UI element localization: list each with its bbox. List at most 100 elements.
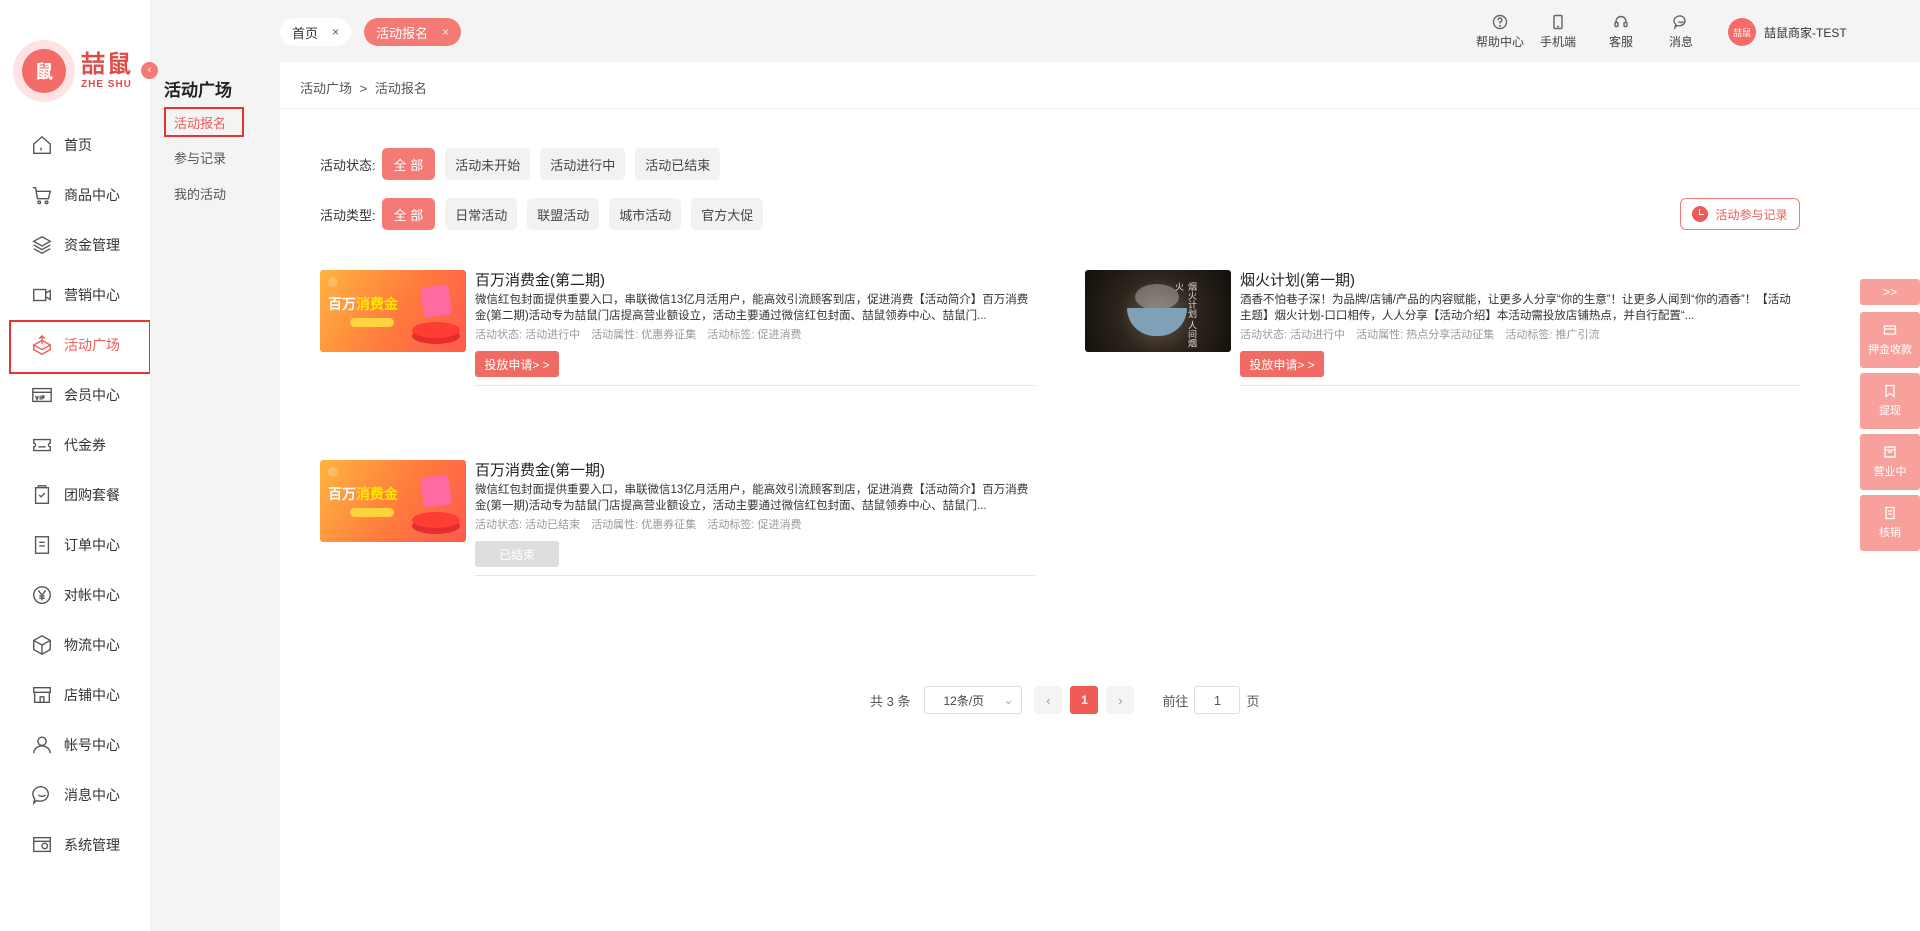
- collapse-sidebar-button[interactable]: ‹: [141, 62, 158, 79]
- sidebar-item-messages[interactable]: 消息中心: [0, 770, 150, 820]
- withdraw-label: 提现: [1879, 405, 1901, 417]
- status-option-not-started[interactable]: 活动未开始: [445, 148, 531, 180]
- sidebar-item-group-deals[interactable]: 团购套餐: [0, 470, 150, 520]
- sidebar-item-reconciliation[interactable]: 对帐中心: [0, 570, 150, 620]
- sidebar-item-home[interactable]: 首页: [0, 120, 150, 170]
- sidebar-item-stores[interactable]: 店铺中心: [0, 670, 150, 720]
- page-size-select[interactable]: 12条/页 ⌄: [924, 686, 1023, 714]
- page-number-current[interactable]: 1: [1070, 686, 1099, 714]
- activity-title[interactable]: 烟火计划(第一期): [1240, 269, 1355, 290]
- close-icon[interactable]: ×: [332, 25, 339, 39]
- divider: [1240, 385, 1800, 386]
- subnav-item-activity-signup[interactable]: 活动报名: [164, 107, 244, 137]
- sidebar-item-logistics[interactable]: 物流中心: [0, 620, 150, 670]
- decor-stage: [412, 322, 460, 338]
- withdraw-button[interactable]: 提现: [1860, 373, 1920, 429]
- gift-box-icon: [420, 474, 452, 508]
- cube-icon: [30, 633, 54, 657]
- settings-icon: [30, 833, 54, 857]
- sidebar-item-label: 订单中心: [64, 537, 120, 553]
- sidebar-item-system[interactable]: 系统管理: [0, 820, 150, 870]
- activity-card: 烟火计划 人间烟火 烟火计划(第一期) 酒香不怕巷子深！为品牌/店铺/产品的内容…: [1085, 261, 1800, 405]
- breadcrumb-parent[interactable]: 活动广场: [300, 81, 352, 96]
- activity-thumbnail[interactable]: 百万消费金: [320, 460, 466, 542]
- activity-card: 百万消费金 百万消费金(第二期) 微信红包封面提供重要入口，串联微信13亿月活用…: [320, 261, 1035, 405]
- sidebar-item-marketing[interactable]: 营销中心: [0, 270, 150, 320]
- deposit-collection-label: 押金收款: [1868, 344, 1912, 356]
- user-icon: [30, 733, 54, 757]
- tab-activity-signup[interactable]: 活动报名 ×: [364, 18, 462, 46]
- type-option-alliance[interactable]: 联盟活动: [527, 198, 600, 230]
- sidebar-item-label: 消息中心: [64, 787, 120, 803]
- sidebar-item-products[interactable]: 商品中心: [0, 170, 150, 220]
- subnav-item-participation-records[interactable]: 参与记录: [164, 144, 244, 174]
- sidebar-item-label: 营销中心: [64, 287, 120, 303]
- type-filter: 活动类型: 全 部 日常活动 联盟活动 城市活动 官方大促: [320, 198, 773, 230]
- decor-bubble: [328, 467, 338, 477]
- status-option-ended[interactable]: 活动已结束: [635, 148, 721, 180]
- activity-thumbnail[interactable]: 烟火计划 人间烟火: [1085, 270, 1231, 352]
- expand-float-button[interactable]: >>: [1860, 279, 1920, 305]
- sidebar-item-funds[interactable]: 资金管理: [0, 220, 150, 270]
- sidebar-item-label: 团购套餐: [64, 487, 120, 503]
- status-option-ongoing[interactable]: 活动进行中: [540, 148, 626, 180]
- prev-page-button[interactable]: ‹: [1034, 686, 1063, 714]
- sidebar-item-orders[interactable]: 订单中心: [0, 520, 150, 570]
- pagination: 共 3 条 12条/页 ⌄ ‹ 1 › 前往 1 页: [870, 686, 1260, 714]
- verify-button[interactable]: 核销: [1860, 495, 1920, 551]
- logo-mascot-icon: 鼠: [13, 40, 75, 102]
- sidebar-item-vouchers[interactable]: 代金券: [0, 420, 150, 470]
- close-icon[interactable]: ×: [442, 25, 449, 39]
- type-option-all[interactable]: 全 部: [381, 198, 436, 230]
- status-option-all[interactable]: 全 部: [381, 148, 436, 180]
- type-option-daily[interactable]: 日常活动: [445, 198, 518, 230]
- coupon-icon: [30, 433, 54, 457]
- gift-box-icon: [420, 284, 452, 318]
- type-filter-label: 活动类型:: [320, 207, 376, 223]
- customer-service-button[interactable]: 客服: [1609, 14, 1633, 50]
- chat-icon: [30, 783, 54, 807]
- sidebar-item-members[interactable]: 会员中心: [0, 370, 150, 420]
- ticket-icon: [1885, 506, 1895, 520]
- activity-attribute: 活动属性: 热点分享活动征集: [1356, 329, 1495, 341]
- apply-button[interactable]: 投放申请> >: [1240, 351, 1324, 377]
- breadcrumb-current: 活动报名: [374, 81, 427, 96]
- logo-mark: 鼠: [22, 49, 66, 93]
- thumbnail-highlight: 消费金: [356, 296, 398, 312]
- goto-page-input[interactable]: 1: [1194, 686, 1241, 714]
- subnav-item-my-activities[interactable]: 我的活动: [164, 180, 244, 210]
- sidebar-item-activity-square[interactable]: 活动广场: [0, 320, 151, 374]
- activity-card: 百万消费金 百万消费金(第一期) 微信红包封面提供重要入口，串联微信13亿月活用…: [320, 451, 1035, 595]
- mobile-button[interactable]: 手机端: [1540, 14, 1576, 50]
- sidebar-item-label: 代金券: [64, 437, 106, 453]
- messages-button[interactable]: 消息: [1669, 14, 1693, 50]
- participation-records-label: 活动参与记录: [1715, 207, 1788, 222]
- tab-home[interactable]: 首页 ×: [280, 18, 352, 46]
- order-icon: [30, 533, 54, 557]
- activity-tag: 活动标签: 促进消费: [707, 329, 802, 341]
- help-center-button[interactable]: 帮助中心: [1476, 14, 1524, 50]
- divider: [475, 575, 1035, 576]
- store-icon: [30, 683, 54, 707]
- participation-records-button[interactable]: 活动参与记录: [1680, 198, 1800, 230]
- divider: [475, 385, 1035, 386]
- open-status-button[interactable]: 营业中: [1860, 434, 1920, 490]
- brand-logo[interactable]: 鼠 喆鼠 ZHE SHU: [13, 40, 133, 102]
- activity-description: 酒香不怕巷子深！为品牌/店铺/产品的内容赋能，让更多人分享“你的生意”！让更多人…: [1240, 294, 1791, 322]
- activity-title[interactable]: 百万消费金(第一期): [475, 459, 605, 480]
- activity-meta: 活动状态: 活动已结束 活动属性: 优惠券征集 活动标签: 促进消费: [475, 516, 810, 532]
- sidebar-item-label: 商品中心: [64, 187, 120, 203]
- deposit-collection-button[interactable]: 押金收款: [1860, 312, 1920, 368]
- activity-thumbnail[interactable]: 百万消费金: [320, 270, 466, 352]
- apply-button[interactable]: 投放申请> >: [475, 351, 559, 377]
- type-option-city[interactable]: 城市活动: [609, 198, 682, 230]
- user-menu[interactable]: 喆鼠 喆鼠商家-TEST: [1728, 18, 1847, 46]
- type-option-official-promo[interactable]: 官方大促: [691, 198, 764, 230]
- sidebar-item-accounts[interactable]: 帐号中心: [0, 720, 150, 770]
- box-upload-icon: [30, 333, 54, 357]
- activity-title[interactable]: 百万消费金(第二期): [475, 269, 605, 290]
- store-status-icon: [1884, 446, 1896, 458]
- sidebar-item-label: 资金管理: [64, 237, 120, 253]
- decor-pill: [350, 508, 394, 517]
- next-page-button[interactable]: ›: [1106, 686, 1135, 714]
